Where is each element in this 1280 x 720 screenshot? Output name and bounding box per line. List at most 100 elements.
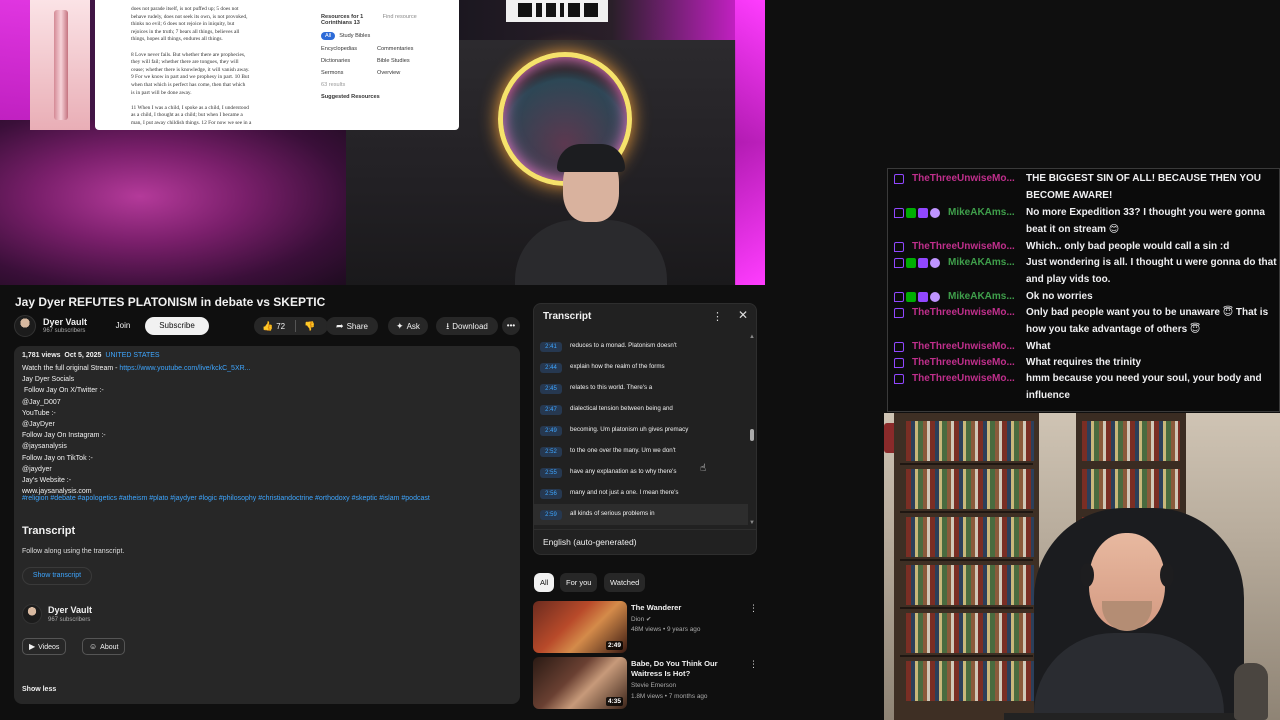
chat-text: What requires the trinity [1026, 357, 1142, 368]
video-player[interactable]: does not parade itself, is not puffed up… [0, 0, 765, 285]
about-button[interactable]: ☺ About [82, 638, 126, 655]
transcript-segment[interactable]: 2:47 dialectical tension between being an… [534, 399, 748, 420]
bible-verse-line: behave rudely, does not seek its own, is… [131, 13, 248, 20]
transcript-segment[interactable]: 2:56 many and not just a one. I mean ther… [534, 483, 748, 504]
video-meta: 1.8M views • 7 months ago [631, 693, 708, 700]
transcript-panel-title: Transcript [543, 311, 592, 322]
scroll-up-arrow-icon[interactable]: ▲ [749, 334, 755, 340]
chip-all[interactable]: All [534, 573, 555, 592]
person-icon: ☺ [89, 642, 98, 651]
transcript-segment[interactable]: 2:52 to the one over the many. Um we don'… [534, 441, 748, 462]
download-icon: ⭳ [446, 321, 450, 331]
videos-button[interactable]: ▶ Videos [22, 638, 67, 655]
segment-timestamp[interactable]: 2:47 [540, 405, 562, 415]
more-actions-button[interactable]: ••• [502, 317, 520, 335]
channel-name[interactable]: Dyer Vault [43, 317, 87, 327]
video-title[interactable]: The Wanderer [631, 603, 739, 613]
transcript-segment[interactable]: 2:45 relates to this world. There's a [534, 378, 748, 399]
chat-username[interactable]: MikeAKAms... [948, 289, 1015, 306]
location-link[interactable]: UNITED STATES [105, 352, 159, 359]
segment-timestamp[interactable]: 2:45 [540, 384, 562, 394]
chip-for-you[interactable]: For you [560, 573, 598, 592]
mod-badge-icon [894, 308, 904, 318]
segment-text: to the one over the many. Um we don't [570, 447, 676, 454]
segment-timestamp[interactable]: 2:44 [540, 363, 562, 373]
show-transcript-button[interactable]: Show transcript [22, 567, 92, 585]
video-title[interactable]: Babe, Do You Think Our Waitress Is Hot? [631, 659, 739, 679]
segment-timestamp[interactable]: 2:59 [540, 510, 562, 520]
verified-icon: ✔ [645, 616, 652, 623]
video-thumbnail[interactable]: 2:49 [533, 601, 627, 653]
chat-text: No more Expedition 33? I thought you wer… [1026, 207, 1265, 235]
segment-timestamp[interactable]: 2:41 [540, 342, 562, 352]
video-library-icon: ▶ [29, 642, 36, 651]
channel-avatar[interactable] [14, 315, 36, 337]
recommended-video[interactable]: 2:49 The Wanderer Dion ✔ 48M views • 9 y… [533, 601, 758, 657]
channel-subscriber-count: 967 subscribers [43, 328, 86, 334]
chat-username[interactable]: TheThreeUnwiseMo... [912, 339, 1015, 356]
chat-badges [894, 258, 942, 275]
chat-username[interactable]: MikeAKAms... [948, 205, 1015, 222]
check-badge-icon [906, 258, 916, 268]
recommended-video[interactable]: 4:35 Babe, Do You Think Our Waitress Is … [533, 657, 758, 713]
bible-document-overlay: does not parade itself, is not puffed up… [95, 0, 459, 130]
check-badge-icon [906, 208, 916, 218]
bible-verse-line: is in part will be done away. [131, 89, 192, 96]
headphones-icon [1080, 563, 1094, 587]
segment-timestamp[interactable]: 2:49 [540, 426, 562, 436]
dislike-button[interactable]: 👎 [304, 317, 318, 336]
chat-username[interactable]: MikeAKAms... [948, 255, 1015, 272]
transcript-segment[interactable]: 2:41 reduces to a monad. Platonism doesn'… [534, 336, 748, 357]
segment-timestamp[interactable]: 2:56 [540, 489, 562, 499]
segment-text: have any explanation as to why there's [570, 468, 677, 475]
description-line: Follow Jay On X/Twitter :- [22, 387, 104, 395]
video-background-blur [0, 120, 350, 285]
transcript-segment[interactable]: 2:59 all kinds of serious problems in [534, 504, 748, 525]
video-channel[interactable]: Dion ✔ [631, 615, 651, 623]
like-divider [295, 320, 296, 332]
transcript-language-selector[interactable]: English (auto-generated) [543, 537, 637, 547]
transcript-segment[interactable]: 2:49 becoming. Um platonism uh gives prem… [534, 420, 748, 441]
more-vertical-icon[interactable]: ⋮ [712, 310, 723, 323]
more-vertical-icon[interactable]: ⋮ [749, 603, 758, 614]
download-button[interactable]: ⭳ Download [436, 317, 498, 335]
chat-username[interactable]: TheThreeUnwiseMo... [912, 371, 1015, 388]
close-icon[interactable]: ✕ [738, 308, 748, 322]
chat-badges [894, 242, 906, 259]
stream-link[interactable]: https://www.youtube.com/live/kckC_5XR... [119, 365, 250, 372]
neon-light-right [735, 0, 765, 285]
video-channel[interactable]: Stevie Emerson [631, 682, 676, 689]
channel-name-footer[interactable]: Dyer Vault [48, 605, 92, 615]
video-thumbnail[interactable]: 4:35 [533, 657, 627, 709]
chat-username[interactable]: TheThreeUnwiseMo... [912, 239, 1015, 256]
subscribe-button[interactable]: Subscribe [145, 317, 209, 335]
more-vertical-icon[interactable]: ⋮ [749, 659, 758, 670]
ask-button[interactable]: ✦ Ask [388, 317, 428, 335]
transcript-segment[interactable]: 2:44 explain how the realm of the forms [534, 357, 748, 378]
transcript-list[interactable]: 2:41 reduces to a monad. Platonism doesn'… [534, 336, 748, 526]
description-line: YouTube :- [22, 409, 56, 417]
chat-badges [894, 174, 906, 191]
scroll-down-arrow-icon[interactable]: ▼ [749, 520, 755, 526]
transcript-section-subtitle: Follow along using the transcript. [22, 548, 125, 555]
segment-text: reduces to a monad. Platonism doesn't [570, 342, 677, 349]
description-box[interactable]: 1,781 views Oct 5, 2025 UNITED STATES Wat… [14, 346, 520, 704]
transcript-segment[interactable]: 2:55 have any explanation as to why there… [534, 462, 748, 483]
join-button[interactable]: Join [112, 317, 134, 335]
description-line: Jay Dyer Socials [22, 376, 75, 384]
hashtags[interactable]: #religion #debate #apologetics #atheism … [22, 495, 430, 502]
segment-timestamp[interactable]: 2:55 [540, 468, 562, 478]
channel-avatar-small[interactable] [22, 604, 42, 624]
like-button[interactable]: 👍 72 [262, 317, 285, 336]
chat-username[interactable]: TheThreeUnwiseMo... [912, 355, 1015, 372]
segment-timestamp[interactable]: 2:52 [540, 447, 562, 457]
chat-username[interactable]: TheThreeUnwiseMo... [912, 171, 1015, 188]
share-button[interactable]: ➦ Share [326, 317, 378, 335]
chip-watched[interactable]: Watched [604, 573, 646, 592]
description-line: Jay's Website :- [22, 477, 72, 485]
scrollbar-thumb[interactable] [750, 429, 754, 441]
thumbs-up-icon: 👍 [262, 321, 274, 331]
show-less-button[interactable]: Show less [22, 686, 56, 693]
description-line: @jaysanalysis [22, 443, 67, 451]
chat-username[interactable]: TheThreeUnwiseMo... [912, 305, 1015, 322]
